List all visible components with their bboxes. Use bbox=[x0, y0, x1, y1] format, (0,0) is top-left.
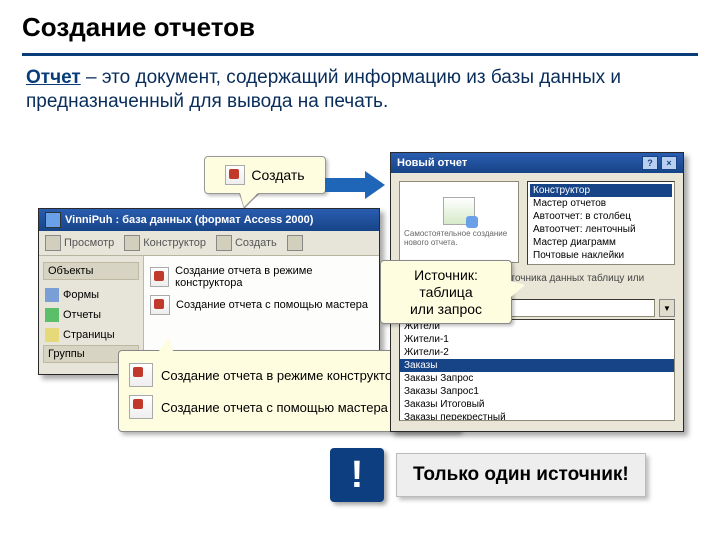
page-title: Создание отчетов bbox=[0, 0, 720, 49]
list-item[interactable]: Заказы Запрос1 bbox=[400, 385, 674, 398]
dbwin-title: VinniPuh : база данных (формат Access 20… bbox=[65, 214, 313, 226]
intro-text: – это документ, содержащий информацию из… bbox=[26, 67, 621, 112]
list-item[interactable]: Заказы Запрос bbox=[400, 372, 674, 385]
list-item[interactable]: Заказы перекрестный bbox=[400, 411, 674, 421]
list-item[interactable]: Мастер отчетов bbox=[530, 197, 672, 210]
list-item[interactable]: Жители-1 bbox=[400, 333, 674, 346]
help-icon[interactable]: ? bbox=[642, 156, 658, 170]
design-icon bbox=[124, 235, 140, 251]
newdlg-preview: Самостоятельное создание нового отчета. bbox=[399, 181, 519, 263]
title-divider bbox=[22, 53, 698, 56]
toolbar-new[interactable]: Создать bbox=[216, 235, 277, 251]
reports-icon bbox=[45, 308, 59, 322]
report-wizard-icon bbox=[150, 267, 169, 287]
pages-icon bbox=[45, 328, 59, 342]
close-icon[interactable]: × bbox=[661, 156, 677, 170]
warning-badge-icon: ! bbox=[330, 448, 384, 502]
nav-pages[interactable]: Страницы bbox=[43, 325, 139, 345]
toolbar-extra[interactable] bbox=[287, 235, 303, 251]
preview-caption: Самостоятельное создание нового отчета. bbox=[404, 229, 514, 247]
intro-paragraph: Отчет – это документ, содержащий информа… bbox=[0, 66, 720, 115]
list-item[interactable]: Почтовые наклейки bbox=[530, 249, 672, 262]
warning-box: ! Только один источник! bbox=[330, 448, 646, 502]
list-item[interactable]: Заказы bbox=[400, 359, 674, 372]
new-icon bbox=[216, 235, 232, 251]
list-item[interactable]: Автоотчет: ленточный bbox=[530, 223, 672, 236]
preview-icon bbox=[443, 197, 475, 225]
open-icon bbox=[45, 235, 61, 251]
list-item[interactable]: Мастер диаграмм bbox=[530, 236, 672, 249]
toolbar-design[interactable]: Конструктор bbox=[124, 235, 206, 251]
forms-icon bbox=[45, 288, 59, 302]
nav-objects-header: Объекты bbox=[43, 262, 139, 280]
report-wizard-icon bbox=[150, 295, 170, 315]
source-callout: Источник: таблица или запрос bbox=[380, 260, 512, 324]
new-report-icon bbox=[225, 165, 245, 185]
report-wizard-icon bbox=[129, 395, 153, 419]
chevron-down-icon[interactable]: ▼ bbox=[659, 299, 675, 317]
list-item[interactable]: Создание отчета в режиме конструктора bbox=[150, 262, 373, 292]
newdlg-titlebar: Новый отчет ? × bbox=[391, 153, 683, 173]
newdlg-title: Новый отчет bbox=[397, 157, 467, 169]
source-dropdown-list[interactable]: Жители Жители-1 Жители-2 Заказы Заказы З… bbox=[399, 319, 675, 421]
list-item[interactable]: Автоотчет: в столбец bbox=[530, 210, 672, 223]
warning-text: Только один источник! bbox=[396, 453, 646, 497]
dbwin-titlebar: VinniPuh : база данных (формат Access 20… bbox=[39, 209, 379, 231]
report-wizard-icon bbox=[129, 363, 153, 387]
dbwin-app-icon bbox=[45, 212, 61, 228]
nav-forms[interactable]: Формы bbox=[43, 285, 139, 305]
create-callout-label: Создать bbox=[251, 167, 304, 183]
dbwin-toolbar: Просмотр Конструктор Создать bbox=[39, 231, 379, 256]
newdlg-type-list[interactable]: Конструктор Мастер отчетов Автоотчет: в … bbox=[527, 181, 675, 265]
list-item[interactable]: Конструктор bbox=[530, 184, 672, 197]
list-item[interactable]: Создание отчета с помощью мастера bbox=[150, 292, 373, 318]
toolbar-open[interactable]: Просмотр bbox=[45, 235, 114, 251]
extra-icon bbox=[287, 235, 303, 251]
list-item[interactable]: Жители-2 bbox=[400, 346, 674, 359]
intro-term: Отчет bbox=[26, 67, 81, 88]
create-callout: Создать bbox=[204, 156, 326, 194]
nav-reports[interactable]: Отчеты bbox=[43, 305, 139, 325]
list-item[interactable]: Заказы Итоговый bbox=[400, 398, 674, 411]
